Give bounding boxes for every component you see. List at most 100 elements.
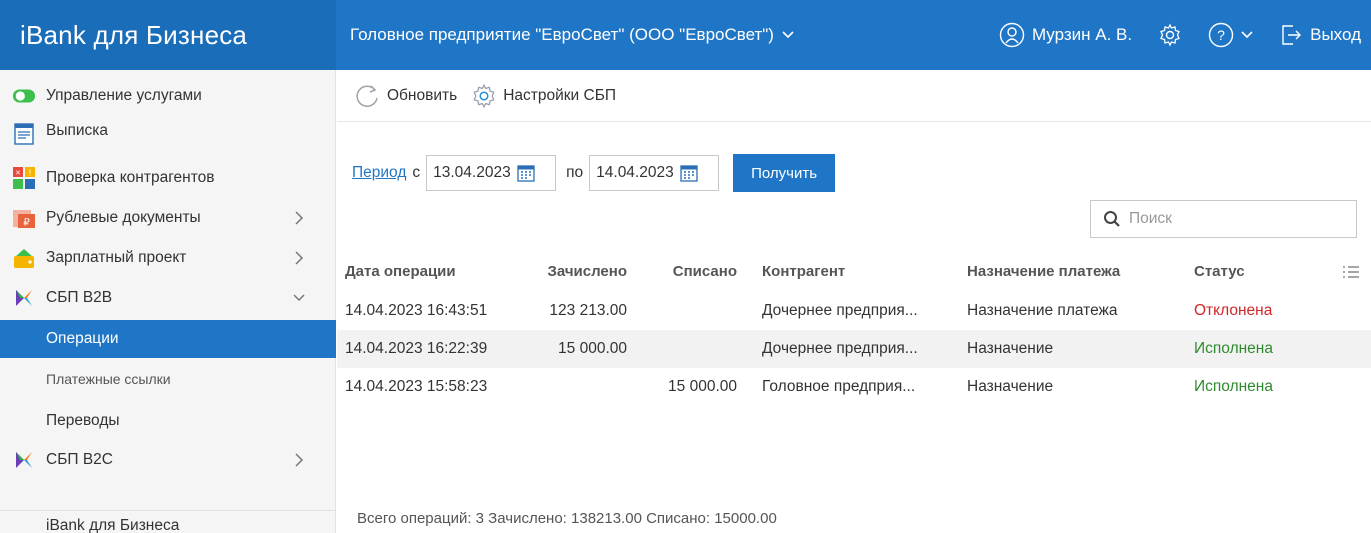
cell-date: 14.04.2023 15:58:23 bbox=[345, 378, 488, 395]
table-row[interactable]: 14.04.2023 16:43:51 123 213.00 Дочернее … bbox=[337, 292, 1371, 330]
sidebar-item-label: Рублевые документы bbox=[46, 209, 201, 226]
cell-date: 14.04.2023 16:22:39 bbox=[345, 340, 488, 357]
refresh-button[interactable]: Обновить bbox=[353, 82, 457, 110]
cell-purpose: Назначение bbox=[967, 378, 1054, 395]
table-row[interactable]: 14.04.2023 16:22:39 15 000.00 Дочернее п… bbox=[337, 330, 1371, 368]
sbp-icon bbox=[12, 286, 36, 310]
user-name: Мурзин А. В. bbox=[1031, 25, 1133, 44]
calendar-icon[interactable] bbox=[680, 164, 698, 182]
refresh-icon bbox=[356, 84, 378, 107]
column-header-counterparty[interactable]: Контрагент bbox=[762, 251, 962, 292]
help-menu[interactable]: ? bbox=[1208, 22, 1253, 48]
sidebar-item-sbp-b2c[interactable]: СБП В2С bbox=[0, 440, 336, 480]
statement-icon bbox=[12, 122, 36, 146]
column-header-date[interactable]: Дата операции bbox=[345, 251, 515, 292]
status-badge: Отклонена bbox=[1194, 302, 1273, 319]
column-settings-button[interactable] bbox=[1340, 251, 1362, 292]
logout-label: Выход bbox=[1310, 25, 1361, 44]
list-settings-icon bbox=[1343, 265, 1359, 278]
cell-purpose: Назначение платежа bbox=[967, 302, 1118, 319]
sidebar-item-label: Выписка bbox=[46, 122, 109, 139]
sbp-settings-button[interactable]: Настройки СБП bbox=[471, 83, 616, 109]
toggle-icon bbox=[12, 84, 36, 108]
sidebar-footer: iBank для Бизнеса bbox=[0, 510, 336, 533]
cell-counterparty: Дочернее предприя... bbox=[762, 340, 918, 357]
organization-name: Головное предприятие "ЕвроСвет" (ООО "Ев… bbox=[350, 25, 774, 44]
to-label: по bbox=[566, 164, 584, 181]
get-button[interactable]: Получить bbox=[733, 154, 836, 192]
calendar-icon[interactable] bbox=[517, 164, 535, 182]
help-icon: ? bbox=[1208, 22, 1234, 48]
sidebar-subitem-operations[interactable]: Операции bbox=[0, 320, 336, 358]
chevron-right-icon bbox=[295, 211, 304, 225]
svg-text:×: × bbox=[15, 168, 20, 178]
cell-credit: 123 213.00 bbox=[549, 302, 627, 319]
sidebar-item-services[interactable]: Управление услугами bbox=[0, 76, 336, 116]
sbp-settings-label: Настройки СБП bbox=[503, 86, 617, 104]
user-icon bbox=[999, 22, 1025, 48]
date-to-value: 14.04.2023 bbox=[596, 164, 674, 181]
chevron-right-icon bbox=[295, 453, 304, 467]
cell-date: 14.04.2023 16:43:51 bbox=[345, 302, 488, 319]
sidebar-subitem-transfers[interactable]: Переводы bbox=[0, 402, 336, 440]
sidebar-item-label: Проверка контрагентов bbox=[46, 169, 215, 186]
sidebar-item-label: Управление услугами bbox=[46, 87, 202, 104]
sidebar-subitem-label: Операции bbox=[46, 330, 119, 347]
date-from-value: 13.04.2023 bbox=[433, 164, 511, 181]
check-icon: ×! bbox=[12, 166, 36, 190]
cell-credit: 15 000.00 bbox=[558, 340, 627, 357]
status-badge: Исполнена bbox=[1194, 340, 1273, 357]
cell-purpose: Назначение bbox=[967, 340, 1054, 357]
operations-table: Дата операции Зачислено Списано Контраге… bbox=[337, 251, 1371, 406]
settings-button[interactable] bbox=[1158, 23, 1182, 47]
cell-debit: 15 000.00 bbox=[668, 378, 737, 395]
column-header-status[interactable]: Статус bbox=[1194, 251, 1334, 292]
date-from-field[interactable]: 13.04.2023 bbox=[426, 155, 557, 191]
sidebar: Управление услугами Выписка ×! Проверка … bbox=[0, 70, 336, 533]
date-to-field[interactable]: 14.04.2023 bbox=[589, 155, 720, 191]
logout-button[interactable]: Выход bbox=[1279, 23, 1361, 47]
logout-icon bbox=[1282, 25, 1302, 45]
column-header-credit[interactable]: Зачислено bbox=[527, 251, 627, 292]
wallet-icon bbox=[12, 246, 36, 270]
sidebar-item-statement[interactable]: Выписка bbox=[0, 116, 336, 156]
brand-logo[interactable]: iBank для Бизнеса bbox=[0, 0, 336, 70]
sbp-icon bbox=[12, 448, 36, 472]
period-link[interactable]: Период bbox=[352, 164, 406, 182]
table-header-row: Дата операции Зачислено Списано Контраге… bbox=[337, 251, 1371, 292]
sidebar-item-counterparty-check[interactable]: ×! Проверка контрагентов bbox=[0, 158, 336, 198]
gear-icon bbox=[1160, 23, 1181, 47]
cell-counterparty: Дочернее предприя... bbox=[762, 302, 918, 319]
column-header-purpose[interactable]: Назначение платежа bbox=[967, 251, 1187, 292]
column-header-debit[interactable]: Списано bbox=[637, 251, 737, 292]
cell-debit bbox=[637, 292, 737, 330]
operations-summary: Всего операций: 3 Зачислено: 138213.00 С… bbox=[357, 510, 777, 527]
user-menu[interactable]: Мурзин А. В. bbox=[999, 22, 1132, 48]
from-label: с bbox=[412, 164, 421, 181]
chevron-down-icon bbox=[293, 294, 305, 302]
cell-counterparty: Головное предприя... bbox=[762, 378, 916, 395]
sidebar-item-sbp-b2b[interactable]: СБП В2В bbox=[0, 278, 336, 318]
toolbar: Обновить Настройки СБП bbox=[337, 70, 1371, 122]
status-badge: Исполнена bbox=[1194, 378, 1273, 395]
search-input[interactable] bbox=[1129, 210, 1329, 228]
organization-selector[interactable]: Головное предприятие "ЕвроСвет" (ООО "Ев… bbox=[350, 0, 794, 70]
sidebar-item-label: Зарплатный проект bbox=[46, 249, 187, 266]
table-row[interactable]: 14.04.2023 15:58:23 15 000.00 Головное п… bbox=[337, 368, 1371, 406]
svg-text:!: ! bbox=[29, 168, 32, 178]
sidebar-subitem-payment-links[interactable]: Платежные ссылки bbox=[0, 360, 336, 398]
cell-debit bbox=[637, 330, 737, 368]
period-filter: Период с 13.04.2023 по 14.04.2023 Получи… bbox=[352, 154, 836, 192]
svg-text:₽: ₽ bbox=[23, 218, 30, 229]
search-box bbox=[1090, 200, 1357, 238]
chevron-down-icon bbox=[1241, 31, 1253, 39]
sidebar-item-ruble-docs[interactable]: ₽ Рублевые документы bbox=[0, 198, 336, 238]
gear-icon bbox=[473, 83, 495, 108]
sidebar-item-salary[interactable]: Зарплатный проект bbox=[0, 238, 336, 278]
sidebar-subitem-label: Платежные ссылки bbox=[46, 371, 171, 387]
svg-text:?: ? bbox=[1217, 27, 1225, 43]
chevron-down-icon bbox=[782, 31, 794, 39]
sidebar-subitem-label: Переводы bbox=[46, 412, 120, 429]
sidebar-item-label: СБП В2С bbox=[46, 451, 113, 468]
refresh-label: Обновить bbox=[387, 86, 458, 104]
